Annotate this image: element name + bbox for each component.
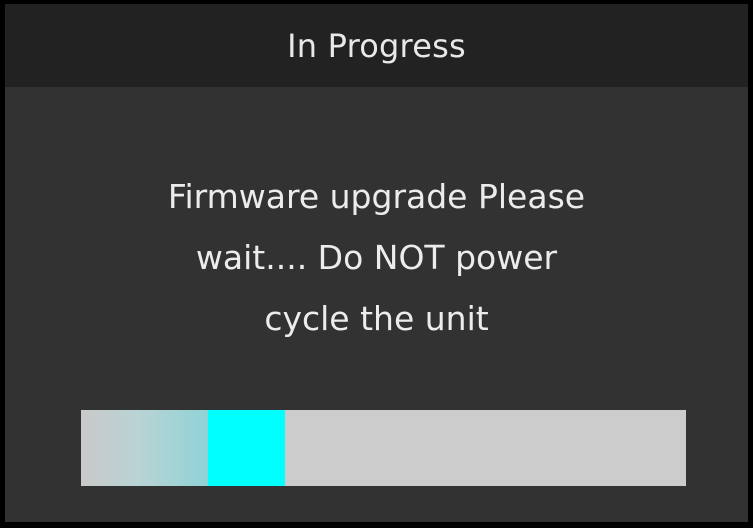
page-title: In Progress xyxy=(287,26,466,65)
message-line-1: Firmware upgrade Please xyxy=(167,177,586,216)
message-line-3: cycle the unit xyxy=(264,299,489,338)
status-message: Firmware upgrade Please wait.... Do NOT … xyxy=(45,166,708,349)
progress-indicator xyxy=(208,410,286,486)
status-screen: In Progress Firmware upgrade Please wait… xyxy=(5,4,748,522)
title-bar: In Progress xyxy=(5,4,748,87)
message-line-2: wait.... Do NOT power xyxy=(195,238,558,277)
progress-trail xyxy=(81,410,209,486)
progress-bar xyxy=(81,410,686,486)
